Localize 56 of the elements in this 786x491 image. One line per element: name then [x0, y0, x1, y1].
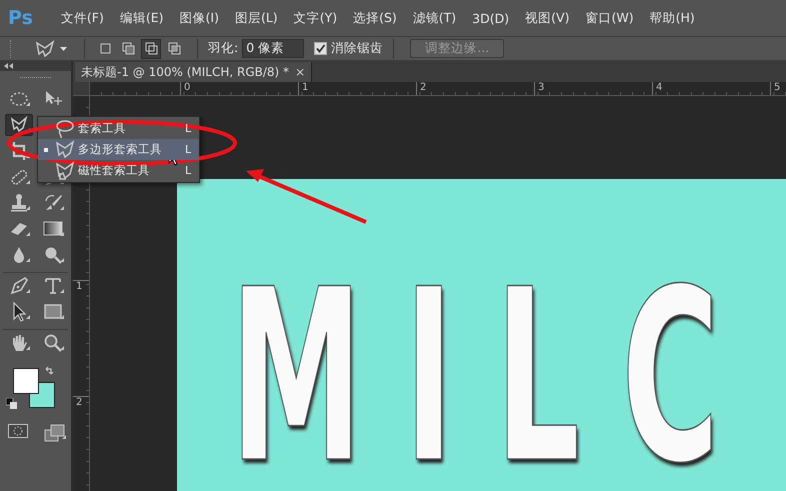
menu-item[interactable]: 帮助(H) [642, 10, 703, 26]
document-title: 未标题-1 @ 100% (MILCH, RGB/8) * [81, 64, 290, 80]
ruler-label: 3 [534, 82, 544, 95]
shortcut-key: L [185, 143, 199, 156]
ruler-label: 2 [416, 82, 426, 95]
menu-item[interactable]: 图层(L) [226, 10, 286, 26]
screen-mode-icon [44, 424, 66, 442]
caret-icon [60, 46, 68, 52]
app-logo: Ps [8, 7, 33, 29]
selection-mode-icon [98, 41, 112, 56]
antialias-label: 消除锯齿 [331, 40, 384, 57]
feather-label: 羽化: [208, 40, 238, 57]
pen-tool-icon [8, 275, 30, 297]
ruler-label: 5 [770, 82, 780, 95]
polygon-lasso-icon [54, 139, 76, 160]
ruler-label: 0 [180, 82, 190, 95]
shortcut-key: L [185, 164, 199, 177]
type-tool-icon [42, 275, 64, 297]
color-swatches-drawing[interactable] [13, 368, 55, 408]
swap-arrow-icon [44, 366, 54, 376]
menu-item[interactable]: 视图(V) [517, 10, 578, 26]
feather-input[interactable]: 0 像素 [242, 39, 304, 58]
lasso-icon [54, 118, 76, 139]
polygon-lasso-icon [34, 38, 56, 58]
active-tool-bullet [44, 148, 48, 152]
menu-item[interactable]: 文件(F) [52, 10, 112, 26]
ruler-label: 4 [652, 82, 662, 95]
tool-name: 磁性套索工具 [78, 163, 151, 178]
menu-item[interactable]: 3D(D) [464, 10, 518, 26]
document-tab[interactable]: 未标题-1 @ 100% (MILCH, RGB/8) * × [75, 62, 312, 82]
ruler-label: 2 [73, 396, 89, 408]
collapse-icon [4, 63, 13, 69]
flyout-menu-item[interactable]: 多边形套索工具 L [38, 139, 199, 160]
close-tab-button[interactable]: × [295, 65, 306, 79]
flyout-menu-item[interactable]: 磁性套索工具 L [38, 160, 199, 181]
default-colors-icon [6, 398, 17, 409]
menu-item[interactable]: 窗口(W) [577, 10, 642, 26]
tool-name: 套索工具 [78, 121, 127, 136]
menu-item[interactable]: 滤镜(T) [404, 10, 464, 26]
zoom-icon [42, 332, 64, 354]
quick-mask-icon [8, 424, 28, 438]
selection-mode-icon [166, 41, 182, 56]
magnetic-lasso-icon [54, 160, 76, 181]
menu-item[interactable]: 选择(S) [345, 10, 405, 26]
menu-item[interactable]: 图像(I) [172, 10, 227, 26]
tool-name: 多边形套索工具 [78, 142, 163, 157]
menu-item[interactable]: 编辑(E) [112, 10, 172, 26]
selection-mode-icon [144, 41, 158, 56]
canvas-text: MILC [230, 282, 761, 473]
ruler-label: 1 [73, 280, 89, 292]
stamp-icon [8, 192, 30, 214]
antialias-checkbox[interactable] [314, 42, 328, 55]
selection-mode-button[interactable] [141, 38, 161, 58]
ruler-label: 1 [298, 82, 308, 95]
selection-mode-icon [120, 41, 136, 56]
menu-item[interactable]: 文字(Y) [286, 10, 346, 26]
